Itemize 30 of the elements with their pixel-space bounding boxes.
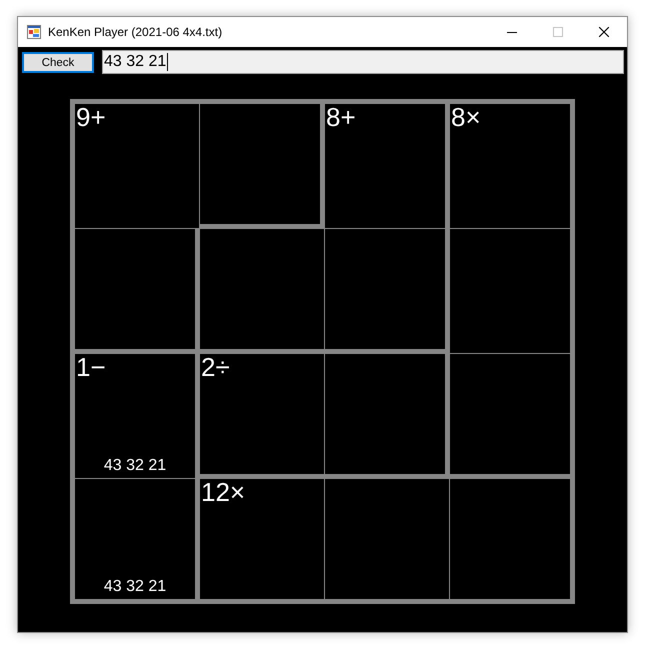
grid-cell[interactable]: 12× [200, 479, 325, 604]
grid-cell[interactable] [325, 229, 450, 354]
grid-cell[interactable] [450, 354, 575, 479]
candidate-note: 43 32 21 [104, 578, 166, 597]
cage-clue: 1− [75, 354, 106, 380]
app-icon [27, 25, 41, 39]
grid-cell[interactable] [450, 229, 575, 354]
grid-cell[interactable]: 8× [450, 104, 575, 229]
grid-cell[interactable] [325, 354, 450, 479]
cage-clue: 8× [450, 104, 481, 130]
grid-cell[interactable]: 1− 43 32 21 [75, 354, 200, 479]
grid-cell[interactable] [200, 229, 325, 354]
cage-clue: 2÷ [200, 354, 230, 380]
grid-cell[interactable]: 9+ [75, 104, 200, 229]
candidate-note: 43 32 21 [104, 456, 166, 476]
answer-field[interactable]: 43 32 21 [102, 50, 624, 74]
grid-cell[interactable] [75, 229, 200, 354]
maximize-icon [553, 27, 563, 37]
cage-clue: 9+ [75, 104, 106, 130]
grid-cell[interactable]: 43 32 21 [75, 479, 200, 604]
cage-clue: 8+ [325, 104, 356, 130]
check-button[interactable]: Check [22, 52, 94, 73]
grid-cell[interactable] [325, 479, 450, 604]
close-icon [599, 27, 609, 37]
window-title: KenKen Player (2021-06 4x4.txt) [48, 25, 222, 39]
grid-cell[interactable] [450, 479, 575, 604]
grid-cell[interactable] [200, 104, 325, 229]
cage-clue: 12× [200, 479, 246, 505]
grid-cell[interactable]: 8+ [325, 104, 450, 229]
grid-cell[interactable]: 2÷ [200, 354, 325, 479]
